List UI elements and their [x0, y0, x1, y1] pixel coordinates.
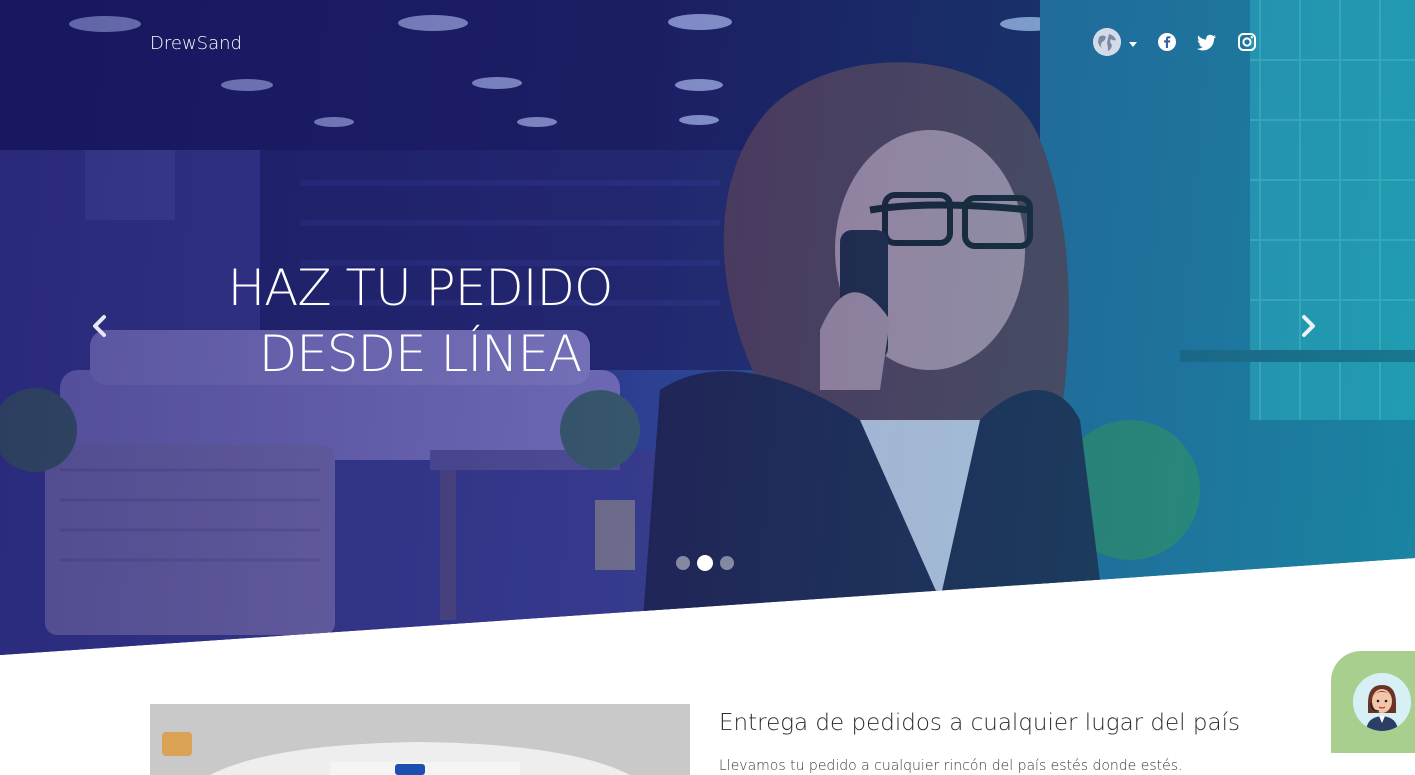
facebook-icon: [1158, 33, 1176, 51]
brand-logo[interactable]: DrewSand: [150, 33, 242, 54]
support-agent-icon: [1353, 673, 1411, 731]
carousel-prev-button[interactable]: [90, 314, 110, 338]
chevron-right-icon: [1302, 315, 1315, 337]
feature-description: Llevamos tu pedido a cualquier rincón de…: [719, 758, 1183, 774]
delivery-van-photo: [150, 704, 690, 775]
chat-widget[interactable]: [1331, 651, 1415, 753]
twitter-icon: [1197, 34, 1216, 51]
hero-carousel: HAZ TU PEDIDO DESDE LÍNEA: [0, 0, 1415, 655]
hero-title-line1: HAZ TU PEDIDO: [227, 259, 614, 317]
twitter-link[interactable]: [1197, 32, 1217, 52]
instagram-icon: [1238, 33, 1256, 51]
language-selector[interactable]: [1093, 28, 1121, 56]
globe-icon: [1093, 28, 1121, 56]
instagram-link[interactable]: [1237, 32, 1257, 52]
chevron-down-icon[interactable]: [1129, 41, 1137, 47]
facebook-link[interactable]: [1157, 32, 1177, 52]
delivery-image: [150, 704, 690, 775]
support-agent-avatar[interactable]: [1353, 673, 1411, 731]
carousel-next-button[interactable]: [1298, 314, 1318, 338]
hero-title: HAZ TU PEDIDO DESDE LÍNEA: [180, 255, 660, 387]
feature-title: Entrega de pedidos a cualquier lugar del…: [719, 710, 1240, 736]
carousel-indicator-2[interactable]: [697, 555, 713, 571]
chevron-left-icon: [93, 315, 106, 337]
carousel-indicator-1[interactable]: [676, 556, 690, 570]
carousel-indicator-3[interactable]: [720, 556, 734, 570]
hero-title-line2: DESDE LÍNEA: [258, 325, 583, 383]
carousel-indicators: [676, 555, 741, 571]
navbar-icons: [1093, 28, 1257, 56]
